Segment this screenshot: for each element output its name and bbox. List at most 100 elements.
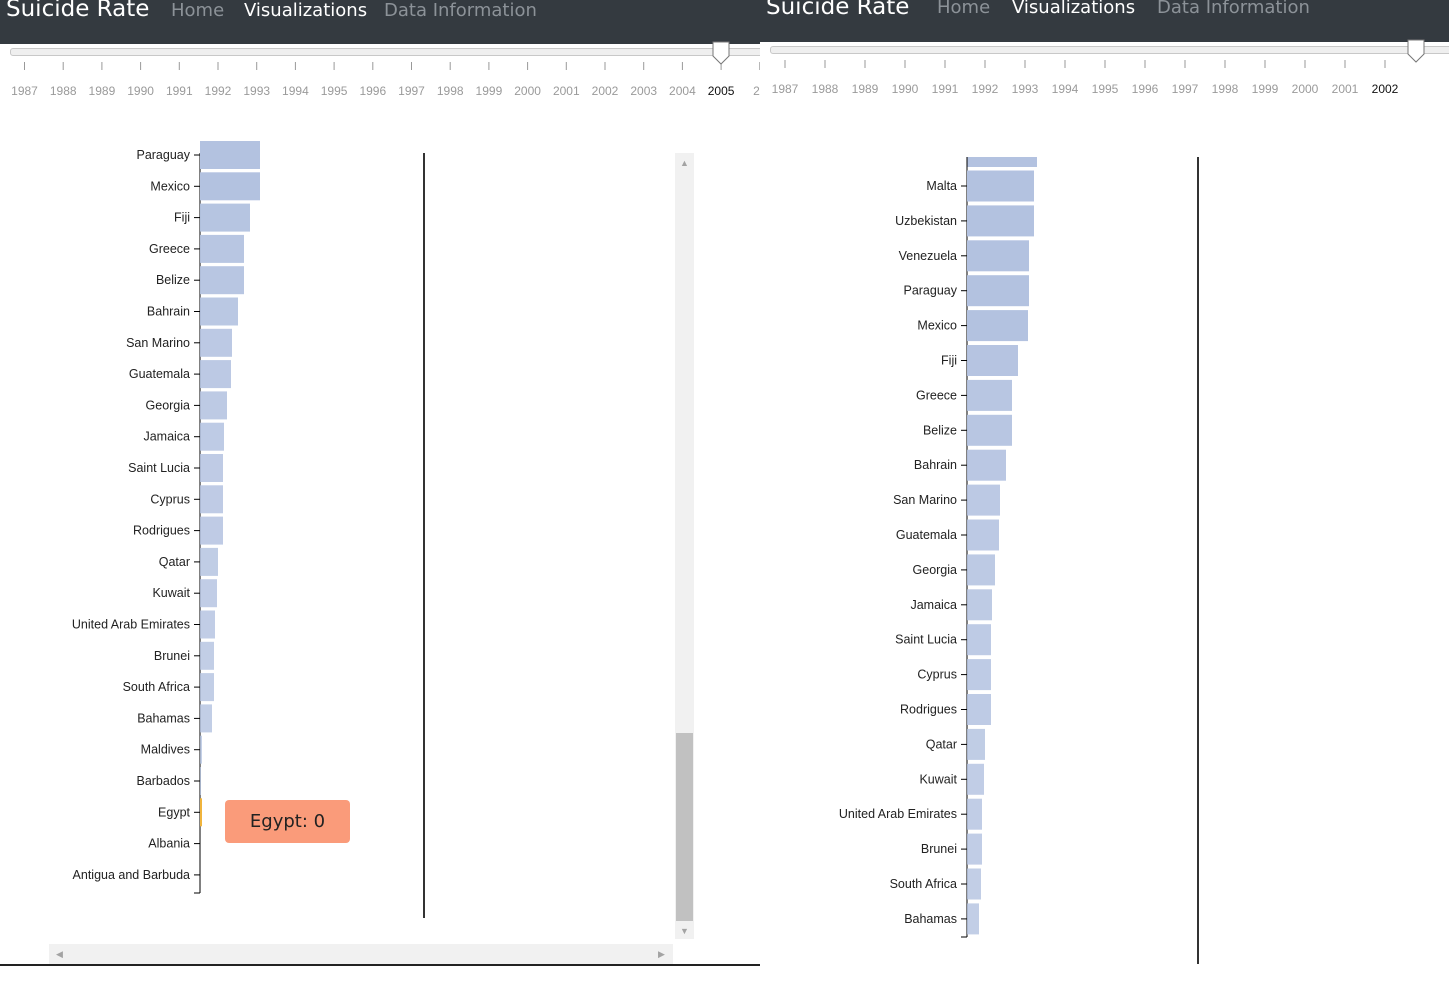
country-label: Belize [156,273,190,287]
country-label: Saint Lucia [128,461,190,475]
bar[interactable] [967,414,1012,446]
country-label: Bahamas [904,912,957,926]
bar[interactable] [967,275,1029,307]
horizontal-scrollbar[interactable]: ◀ ▶ [49,944,673,964]
country-label: Fiji [174,211,190,225]
country-label: Bahrain [914,458,957,472]
bar[interactable] [967,798,982,830]
bar[interactable] [200,579,217,608]
highlighted-bar[interactable] [200,798,202,827]
country-label: Georgia [146,398,191,412]
vertical-scrollbar-thumb[interactable] [676,733,693,921]
bar[interactable] [200,203,250,232]
bar[interactable] [967,170,1034,202]
country-label: Fiji [941,354,957,368]
bar-tooltip: Egypt: 0 [225,800,350,843]
bar[interactable] [967,763,984,795]
bar[interactable] [200,704,212,733]
bar[interactable] [967,868,981,900]
country-label: Rodrigues [900,703,957,717]
bar[interactable] [967,903,979,935]
bar[interactable] [200,141,260,169]
bar[interactable] [200,391,227,420]
country-label: Qatar [159,555,190,569]
country-label: Bahamas [137,711,190,725]
country-label: Mexico [917,319,957,333]
bar[interactable] [967,728,985,760]
bar[interactable] [200,485,223,514]
bar[interactable] [200,610,215,639]
country-label: Brunei [921,842,957,856]
bar[interactable] [200,547,218,576]
country-label: Qatar [926,737,957,751]
bar[interactable] [967,624,991,656]
bar[interactable] [200,422,224,451]
bar[interactable] [200,297,238,326]
scroll-left-arrow-icon[interactable]: ◀ [56,949,63,959]
bar[interactable] [967,205,1034,237]
bar[interactable] [967,694,991,725]
bar[interactable] [200,641,214,670]
bar[interactable] [200,673,214,702]
country-label: Paraguay [136,148,190,162]
country-label: San Marino [126,336,190,350]
bar-chart: Malta Uzbekistan Venezuela Paraguay Mexico Fi… [839,157,1199,964]
bar[interactable] [967,310,1028,342]
country-label: Jamaica [143,430,190,444]
bar-chart: Paraguay Mexico Fiji Greece Belize Bahrain San… [72,141,425,918]
country-label: Cyprus [917,668,957,682]
bar[interactable] [967,240,1029,272]
country-label: South Africa [890,877,957,891]
scroll-up-arrow-icon[interactable]: ▲ [680,158,689,168]
country-label: Kuwait [152,586,190,600]
scroll-down-arrow-icon[interactable]: ▼ [680,926,689,936]
country-label: Mexico [150,179,190,193]
country-label: Brunei [154,649,190,663]
country-label: Barbados [136,774,190,788]
country-label: Greece [916,388,957,402]
country-label: Guatemala [129,367,190,381]
bar[interactable] [967,519,999,551]
bar[interactable] [967,345,1018,376]
bar[interactable] [967,449,1006,481]
country-label: Belize [923,423,957,437]
country-label: Greece [149,242,190,256]
country-label: Maldives [141,743,190,757]
bar[interactable] [200,454,223,482]
country-label: United Arab Emirates [72,618,190,632]
bar[interactable] [200,735,202,764]
bar[interactable] [200,516,223,545]
scroll-right-arrow-icon[interactable]: ▶ [658,949,665,959]
country-label: Egypt [158,805,190,819]
country-label: Guatemala [896,528,957,542]
panel-bottom-border [0,964,760,966]
country-label: Bahrain [147,305,190,319]
country-label: Jamaica [910,598,957,612]
bar[interactable] [200,328,232,357]
bar[interactable] [200,360,231,389]
bar[interactable] [200,172,260,201]
vertical-scrollbar[interactable]: ▲ ▼ [675,153,694,939]
bar[interactable] [200,266,244,295]
bar[interactable] [967,157,1037,167]
country-label: South Africa [123,680,190,694]
country-label: Cyprus [150,492,190,506]
country-label: Georgia [913,563,958,577]
country-label: Rodrigues [133,524,190,538]
bar[interactable] [967,554,995,586]
bar[interactable] [200,767,201,795]
bar[interactable] [967,379,1012,411]
country-label: Albania [148,837,190,851]
country-label: Kuwait [919,772,957,786]
bar[interactable] [967,659,991,691]
country-label: Saint Lucia [895,633,957,647]
bar[interactable] [967,833,982,865]
country-label: Antigua and Barbuda [73,868,191,882]
bar[interactable] [967,484,1000,516]
country-label: San Marino [893,493,957,507]
bar[interactable] [200,234,244,263]
right-screenshot-panel: Suicide Rate Home Visualizations Data In… [760,0,1449,981]
country-label: United Arab Emirates [839,807,957,821]
country-label: Uzbekistan [895,214,957,228]
bar[interactable] [967,589,992,621]
